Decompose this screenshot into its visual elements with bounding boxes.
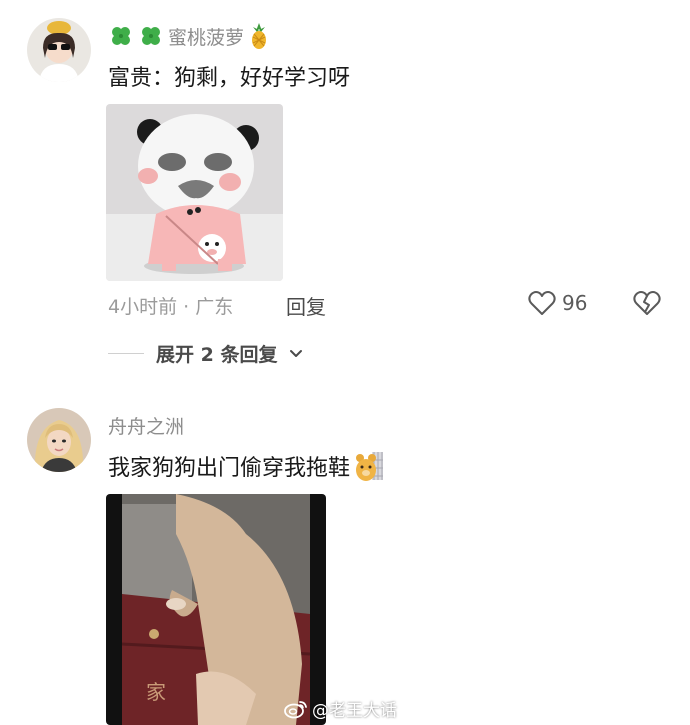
dislike-button[interactable] xyxy=(633,290,661,320)
comment-text-content: 我家狗狗出门偷穿我拖鞋 xyxy=(108,456,351,481)
panda-meme-sticker xyxy=(106,104,283,281)
broken-heart-icon xyxy=(633,291,661,315)
weibo-logo-icon xyxy=(284,700,307,718)
comment-text: 我家狗狗出门偷穿我拖鞋 xyxy=(108,450,384,482)
avatar[interactable] xyxy=(27,18,91,82)
watermark: @老王大话 xyxy=(284,696,397,721)
expand-replies[interactable]: 展开 2 条回复 xyxy=(108,340,303,367)
clover-icon xyxy=(142,27,160,45)
pineapple-icon xyxy=(252,23,267,49)
username-text: 舟舟之洲 xyxy=(108,416,185,438)
like-count: 96 xyxy=(562,291,588,315)
attached-photo[interactable]: 家 xyxy=(106,494,326,725)
comment-item: 舟舟之洲 我家狗狗出门偷穿我拖鞋 家 xyxy=(0,380,690,725)
photo-rug-mark: 家 xyxy=(146,680,166,704)
comment-meta: 4小时前 · 广东 xyxy=(108,296,234,318)
sticker-image[interactable] xyxy=(106,104,283,281)
bear-emoji-icon xyxy=(356,452,384,481)
like-button[interactable]: 96 xyxy=(528,290,587,316)
chevron-down-icon xyxy=(290,349,303,357)
username[interactable]: 蜜桃菠萝 xyxy=(108,22,270,50)
heart-icon xyxy=(528,291,556,315)
expand-replies-label: 展开 2 条回复 xyxy=(156,344,278,366)
expand-divider xyxy=(108,353,144,354)
username-text: 蜜桃菠萝 xyxy=(168,26,245,49)
comment-text: 富贵：狗剩，好好学习呀 xyxy=(108,66,351,91)
reply-button[interactable]: 回复 xyxy=(286,291,326,320)
avatar-image xyxy=(27,18,91,82)
watermark-text: @老王大话 xyxy=(312,701,397,721)
dog-wearing-slippers-photo: 家 xyxy=(106,494,326,725)
avatar[interactable] xyxy=(27,408,91,472)
comment-item: 蜜桃菠萝 富贵：狗剩，好好学习呀 4小时前 · 广东 回复 96 展开 2 条回… xyxy=(0,0,690,380)
username[interactable]: 舟舟之洲 xyxy=(108,412,184,439)
clover-icon xyxy=(112,27,130,45)
avatar-image xyxy=(27,408,91,472)
